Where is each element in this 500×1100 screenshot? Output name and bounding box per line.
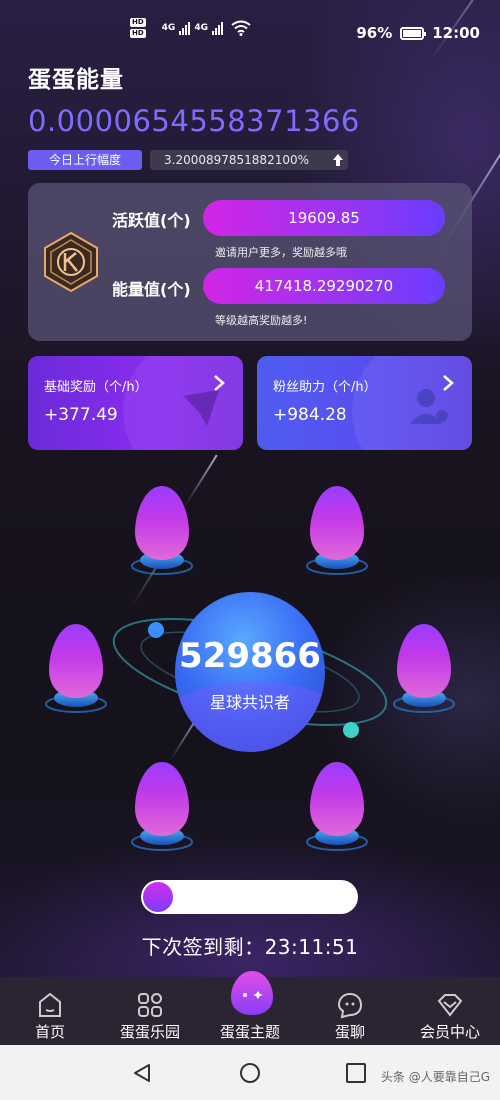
activity-hint: 邀请用户更多，奖励越多哦 — [215, 246, 347, 259]
signal-icon — [179, 21, 191, 35]
activity-value-pill: 19609.85 — [203, 200, 445, 236]
energy-price-value: 0.0000654558371366 — [28, 104, 360, 138]
hd-badge-1: HD — [130, 18, 146, 27]
consensus-count: 529866 — [179, 636, 321, 676]
energy-hint: 等级越高奖励越多! — [215, 314, 308, 327]
status-bar: HD HD 4G 4G 96% 12:00 — [0, 18, 500, 50]
tab-home[interactable]: 首页 — [0, 977, 100, 1045]
base-reward-value: +377.49 — [44, 405, 118, 425]
home-icon — [39, 992, 61, 1017]
network-type-1: 4G — [161, 23, 176, 33]
battery-percent: 96% — [356, 24, 393, 42]
system-nav-bar: 头条 @人要靠自己G — [0, 1045, 500, 1100]
tab-egg-park-label: 蛋蛋乐园 — [119, 1023, 180, 1041]
signal-icon-2 — [211, 21, 223, 35]
tab-member-center-label: 会员中心 — [419, 1023, 480, 1041]
progress-fill — [143, 882, 173, 912]
brand-logo-icon — [44, 231, 98, 293]
home-circle-icon[interactable] — [239, 1062, 261, 1084]
chevron-right-icon — [443, 375, 454, 391]
today-change-badge: 3.2000897851882100% — [150, 150, 348, 170]
arrow-up-icon — [333, 154, 343, 166]
page-title: 蛋蛋能量 — [28, 67, 124, 93]
energy-egg-6[interactable] — [302, 760, 372, 860]
fan-boost-value: +984.28 — [273, 405, 347, 425]
energy-value-pill: 417418.29290270 — [203, 268, 445, 304]
paper-plane-icon — [183, 390, 219, 426]
wifi-icon — [231, 20, 251, 36]
checkin-countdown: 下次签到剩：23:11:51 — [141, 935, 359, 959]
today-change-label: 今日上行幅度 — [28, 150, 142, 170]
tab-egg-park[interactable]: 蛋蛋乐园 — [100, 977, 200, 1045]
hd-badge-2: HD — [130, 29, 146, 38]
today-change-value: 3.2000897851882100% — [164, 153, 310, 167]
tab-member-center[interactable]: 会员中心 — [400, 977, 500, 1045]
consensus-label: 星球共识者 — [209, 693, 290, 712]
grid-icon — [138, 993, 162, 1017]
energy-egg-4[interactable] — [389, 622, 459, 722]
egg-bubble-icon[interactable] — [229, 969, 275, 1017]
energy-label: 能量值(个) — [112, 280, 191, 299]
stats-panel: 活跃值(个) 19609.85 邀请用户更多，奖励越多哦 能量值(个) 4174… — [28, 183, 472, 341]
signal-group: HD HD 4G 4G — [130, 18, 251, 38]
chat-icon — [337, 992, 363, 1019]
checkin-progress-bar[interactable] — [141, 880, 358, 914]
tab-egg-chat[interactable]: 蛋聊 — [300, 977, 400, 1045]
base-reward-title: 基础奖励（个/h） — [44, 380, 148, 395]
tab-home-label: 首页 — [34, 1023, 65, 1041]
fan-boost-card[interactable]: 粉丝助力（个/h） +984.28 — [257, 356, 472, 450]
base-reward-card[interactable]: 基础奖励（个/h） +377.49 — [28, 356, 243, 450]
recents-square-icon[interactable] — [345, 1062, 367, 1084]
clock: 12:00 — [432, 24, 480, 42]
energy-egg-5[interactable] — [127, 760, 197, 860]
energy-egg-2[interactable] — [302, 484, 372, 584]
tab-egg-theme-label: 蛋蛋主题 — [219, 1023, 280, 1041]
fan-boost-title: 粉丝助力（个/h） — [273, 380, 377, 395]
battery-icon — [400, 26, 427, 40]
network-type-2: 4G — [194, 23, 208, 33]
diamond-icon — [437, 994, 463, 1017]
back-icon[interactable] — [131, 1062, 153, 1084]
tab-egg-chat-label: 蛋聊 — [334, 1023, 365, 1041]
watermark: 头条 @人要靠自己G — [380, 1070, 490, 1084]
activity-label: 活跃值(个) — [112, 211, 191, 230]
energy-egg-3[interactable] — [41, 622, 111, 722]
energy-egg-1[interactable] — [127, 484, 197, 584]
chevron-right-icon — [214, 375, 225, 391]
